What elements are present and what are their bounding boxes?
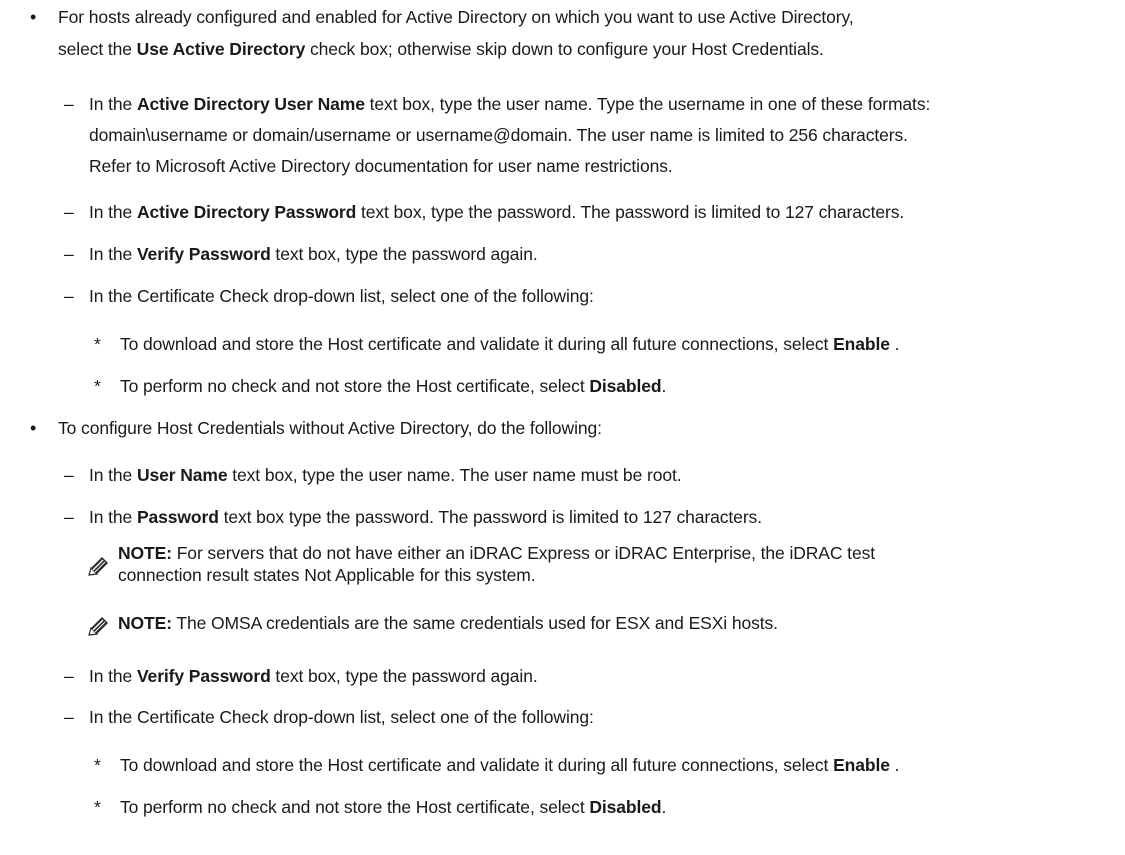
text: In the — [89, 507, 137, 527]
text: . — [661, 797, 667, 817]
paragraph-line: In the Verify Password text box, type th… — [89, 662, 538, 690]
text: text box type the password. The password… — [218, 507, 762, 527]
note-label: NOTE: — [118, 613, 172, 633]
paragraph-line: In the Password text box type the passwo… — [89, 503, 762, 531]
ui-term: Enable — [833, 334, 890, 354]
dash-marker: – — [64, 202, 74, 222]
star-marker: * — [94, 334, 101, 354]
dash-marker: – — [64, 286, 74, 306]
dash-marker: – — [64, 244, 74, 264]
ui-term: Password — [136, 507, 219, 527]
note-line: NOTE: For servers that do not have eithe… — [118, 542, 875, 564]
ui-term: Verify Password — [136, 244, 271, 264]
text: In the — [89, 666, 137, 686]
text: To perform no check and not store the Ho… — [120, 797, 590, 817]
text: check box; otherwise skip down to config… — [305, 39, 824, 59]
ui-term: Disabled — [589, 797, 662, 817]
note-label: NOTE: — [118, 543, 172, 563]
text: . — [889, 334, 900, 354]
paragraph-line: To download and store the Host certifica… — [120, 330, 900, 358]
paragraph-line: In the User Name text box, type the user… — [89, 461, 682, 489]
paragraph-line: For hosts already configured and enabled… — [58, 3, 854, 31]
paragraph-line: In the Certificate Check drop-down list,… — [89, 286, 594, 306]
ui-term: Disabled — [589, 376, 662, 396]
star-marker: * — [94, 755, 101, 775]
note-line: connection result states Not Applicable … — [118, 565, 536, 585]
text: . — [661, 376, 667, 396]
paragraph-line: To perform no check and not store the Ho… — [120, 372, 666, 400]
star-marker: * — [94, 376, 101, 396]
paragraph-line: In the Verify Password text box, type th… — [89, 240, 538, 268]
text: In the — [89, 94, 137, 114]
bullet-marker: • — [30, 7, 37, 27]
text: text box, type the user name. Type the u… — [364, 94, 931, 114]
paragraph-line: To configure Host Credentials without Ac… — [58, 418, 602, 438]
note-pencil-icon — [87, 614, 111, 638]
ui-term: Active Directory Password — [136, 202, 357, 222]
text: To perform no check and not store the Ho… — [120, 376, 590, 396]
paragraph-line: domain\username or domain/username or us… — [89, 125, 908, 145]
text: In the — [89, 202, 137, 222]
text: text box, type the user name. The user n… — [227, 465, 682, 485]
star-marker: * — [94, 797, 101, 817]
ui-term: Use Active Directory — [136, 39, 306, 59]
bullet-marker: • — [30, 418, 37, 438]
dash-marker: – — [64, 465, 74, 485]
text: For servers that do not have either an i… — [171, 543, 875, 563]
note-line: NOTE: The OMSA credentials are the same … — [118, 612, 778, 634]
paragraph-line: To download and store the Host certifica… — [120, 751, 900, 779]
text: To download and store the Host certifica… — [120, 334, 834, 354]
document-page: • For hosts already configured and enabl… — [0, 0, 1125, 855]
paragraph-line: To perform no check and not store the Ho… — [120, 793, 666, 821]
text: For hosts already configured and enabled… — [58, 7, 854, 27]
ui-term: Verify Password — [136, 666, 271, 686]
text: To download and store the Host certifica… — [120, 755, 834, 775]
ui-term: Enable — [833, 755, 890, 775]
text: In the — [89, 465, 137, 485]
text: In the — [89, 244, 137, 264]
text: text box, type the password again. — [270, 244, 538, 264]
ui-term: User Name — [136, 465, 228, 485]
text: select the — [58, 39, 137, 59]
paragraph-line: In the Active Directory Password text bo… — [89, 198, 904, 226]
text: The OMSA credentials are the same creden… — [171, 613, 778, 633]
dash-marker: – — [64, 707, 74, 727]
text: text box, type the password. The passwor… — [356, 202, 905, 222]
paragraph-line: In the Certificate Check drop-down list,… — [89, 707, 594, 727]
paragraph-line: In the Active Directory User Name text b… — [89, 90, 930, 118]
dash-marker: – — [64, 94, 74, 114]
note-pencil-icon — [87, 554, 111, 578]
ui-term: Active Directory User Name — [136, 94, 365, 114]
text: . — [889, 755, 900, 775]
text: text box, type the password again. — [270, 666, 538, 686]
dash-marker: – — [64, 666, 74, 686]
paragraph-line: Refer to Microsoft Active Directory docu… — [89, 156, 673, 176]
dash-marker: – — [64, 507, 74, 527]
paragraph-line: select the Use Active Directory check bo… — [58, 35, 824, 63]
